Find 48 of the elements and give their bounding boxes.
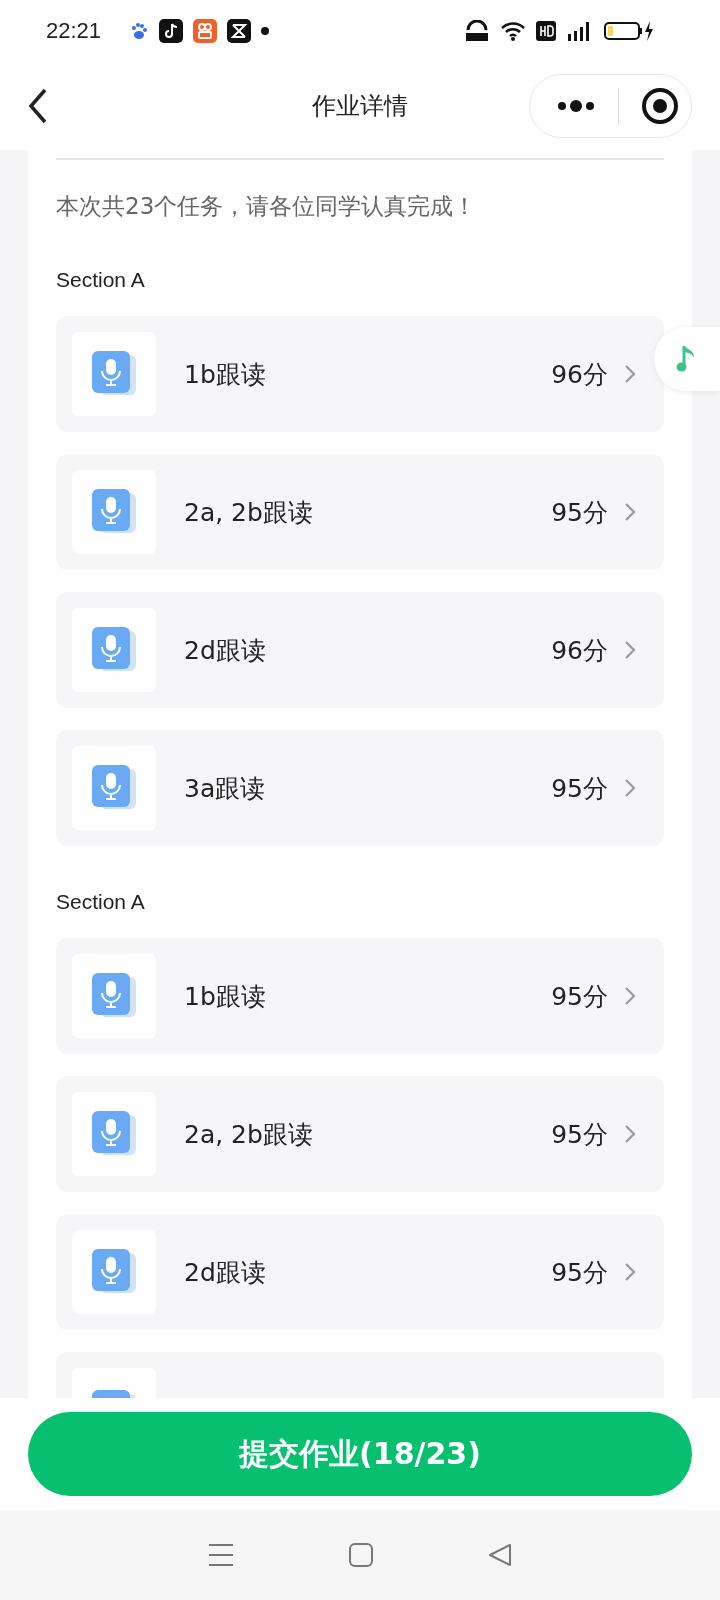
chevron-right-icon bbox=[624, 986, 636, 1006]
dot-icon bbox=[261, 27, 270, 35]
task-card[interactable]: 2d跟读 95分 bbox=[56, 1214, 664, 1330]
task-name: 1b跟读 bbox=[184, 980, 267, 1013]
task-name: 2d跟读 bbox=[184, 634, 267, 667]
chevron-right-icon bbox=[624, 1124, 636, 1144]
task-score: 96分 bbox=[551, 634, 608, 667]
task-name: 2a, 2b跟读 bbox=[184, 1118, 314, 1151]
task-name: 2d跟读 bbox=[184, 1256, 267, 1289]
chevron-right-icon bbox=[624, 364, 636, 384]
home-icon[interactable] bbox=[349, 1543, 373, 1567]
chevron-right-icon bbox=[624, 1262, 636, 1282]
menu-icon[interactable] bbox=[207, 1543, 234, 1567]
task-score: 95分 bbox=[551, 772, 608, 805]
music-button[interactable] bbox=[654, 327, 720, 391]
task-card[interactable]: 1b跟读 96分 bbox=[56, 316, 664, 432]
back-nav-icon[interactable] bbox=[488, 1543, 513, 1567]
cut-app-icon bbox=[227, 19, 252, 43]
hd-icon bbox=[536, 21, 556, 41]
task-name: 1b跟读 bbox=[184, 358, 267, 391]
battery-charging-icon bbox=[604, 20, 656, 42]
section-heading: Section A bbox=[56, 268, 146, 292]
close-target-icon[interactable] bbox=[641, 87, 679, 125]
more-icon[interactable] bbox=[556, 99, 596, 113]
task-score: 95分 bbox=[551, 1256, 608, 1289]
task-card[interactable]: 2a, 2b跟读 95分 bbox=[56, 1076, 664, 1192]
task-score: 95分 bbox=[551, 980, 608, 1013]
task-card[interactable]: 2d跟读 96分 bbox=[56, 592, 664, 708]
section-heading: Section A bbox=[56, 890, 146, 914]
task-score: 96分 bbox=[551, 358, 608, 391]
chevron-right-icon bbox=[624, 778, 636, 798]
note-app-icon bbox=[159, 19, 184, 43]
task-card[interactable]: 2a, 2b跟读 95分 bbox=[56, 454, 664, 570]
intro-text: 本次共23个任务，请各位同学认真完成！ bbox=[56, 192, 478, 221]
task-card[interactable]: 3a跟读 95分 bbox=[56, 730, 664, 846]
task-name: 3a跟读 bbox=[184, 772, 267, 805]
video-app-icon bbox=[193, 19, 218, 43]
chevron-right-icon bbox=[624, 640, 636, 660]
task-score: 95分 bbox=[551, 1118, 608, 1151]
wifi-icon bbox=[500, 21, 526, 41]
paw-icon bbox=[129, 21, 150, 41]
back-icon[interactable] bbox=[28, 88, 48, 124]
chevron-right-icon bbox=[624, 502, 636, 522]
task-score: 95分 bbox=[551, 496, 608, 529]
task-name: 2a, 2b跟读 bbox=[184, 496, 314, 529]
task-card[interactable]: 1b跟读 95分 bbox=[56, 938, 664, 1054]
page-title: 作业详情 bbox=[312, 91, 408, 122]
status-time: 22:21 bbox=[46, 18, 102, 44]
